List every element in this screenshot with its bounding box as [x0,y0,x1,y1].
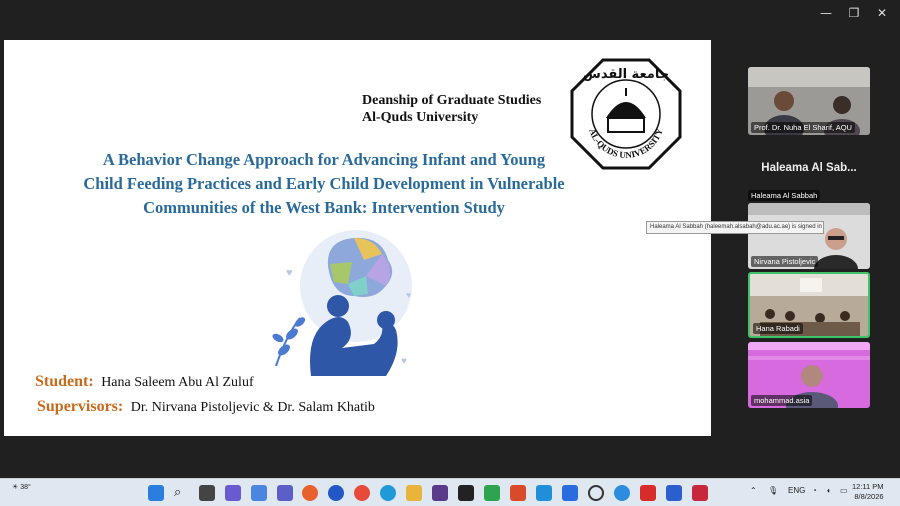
search-icon[interactable]: ⌕ [174,485,190,501]
windows-start-icon[interactable] [148,485,164,501]
task-view-icon[interactable] [199,485,215,501]
app-icon[interactable] [484,485,500,501]
taskbar: ☀ 38° ⌕ ⌃ 🎙 ENG ◔ ◖ ▭ 12:11 PM 8/8/2026 [0,478,900,506]
zoom-app-icon[interactable] [251,485,267,501]
terminal-icon[interactable] [458,485,474,501]
close-icon[interactable]: ✕ [870,4,894,22]
title-line-1: A Behavior Change Approach for Advancing… [102,150,546,169]
wifi-icon[interactable]: ◔ [812,486,817,495]
weather-temp: 38° [20,484,31,491]
supervisors-line: Supervisors: Dr. Nirvana Pistoljevic & D… [37,398,375,416]
supervisors-label: Supervisors: [37,398,124,415]
title-line-3: Communities of the West Bank: Interventi… [143,198,505,217]
svg-text:جامعة القدس: جامعة القدس [583,67,669,82]
app-icon[interactable] [536,485,552,501]
participant-video-tile-hana[interactable]: Hana Rabadi [748,272,870,338]
participant-video-tile-nirvana[interactable]: Nirvana Pistoljevic [748,203,870,269]
svg-text:♥: ♥ [401,356,407,367]
slide-title: A Behavior Change Approach for Advancing… [54,148,594,220]
mother-child-brain-illustration: ♥ ♥ ♥ [272,230,412,376]
student-line: Student: Hana Saleem Abu Al Zuluf [35,373,254,391]
weather-widget[interactable]: ☀ 38° [12,483,31,491]
tile-label-nirvana: Nirvana Pistoljevic [751,256,819,267]
teams-icon[interactable] [277,485,293,501]
battery-icon[interactable]: ▭ [840,486,848,495]
file-explorer-icon[interactable] [406,485,422,501]
weather-icon: ☀ [12,484,19,491]
participant-video-tile-mohammad[interactable]: mohammad.asia [748,342,870,408]
clock-time: 12:11 PM [852,482,884,491]
tile-label-mohammad: mohammad.asia [751,395,813,406]
title-line-2: Child Feeding Practices and Early Child … [83,174,565,193]
chrome-icon[interactable] [354,485,370,501]
clock-date: 8/8/2026 [854,492,884,501]
zoom-icon[interactable] [328,485,344,501]
svg-text:♥: ♥ [406,290,411,300]
acrobat-icon[interactable] [640,485,656,501]
app-icon[interactable] [510,485,526,501]
restore-icon[interactable]: ❐ [842,4,866,22]
active-speaker-name: Haleama Al Sab... [761,162,857,174]
word-icon[interactable] [666,485,682,501]
chevron-up-icon[interactable]: ⌃ [750,486,757,495]
student-label: Student: [35,373,94,390]
minimize-icon[interactable]: — [814,4,838,22]
outlook-icon[interactable] [562,485,578,501]
dean-line-1: Deanship of Graduate Studies [362,93,542,108]
student-name: Hana Saleem Abu Al Zuluf [101,375,254,390]
participant-video-tile-top[interactable]: Prof. Dr. Nuha El Sharif, AQU [748,67,870,135]
chat-icon[interactable] [225,485,241,501]
microphone-icon[interactable]: 🎙 [768,486,778,495]
app-icon[interactable] [692,485,708,501]
signed-in-tooltip: Haleama Al Sabbah (haleemah.alsabah@adu.… [646,221,824,234]
window-controls: — ❐ ✕ [814,4,894,22]
firefox-icon[interactable] [302,485,318,501]
deanship-heading: Deanship of Graduate Studies Al-Quds Uni… [362,92,541,126]
tile-label-hana: Hana Rabadi [753,323,803,334]
svg-text:♥: ♥ [286,267,293,279]
dean-line-2: Al-Quds University [362,110,479,125]
tile-label-haleama: Haleama Al Sabbah [748,190,821,201]
app-icon[interactable] [432,485,448,501]
edge-icon[interactable] [380,485,396,501]
clock[interactable]: 12:11 PM 8/8/2026 [852,482,884,502]
language-indicator[interactable]: ENG [788,486,805,495]
tile-label-top: Prof. Dr. Nuha El Sharif, AQU [751,122,855,133]
shared-slide: Deanship of Graduate Studies Al-Quds Uni… [4,40,711,436]
globe-icon[interactable] [588,485,604,501]
volume-icon[interactable]: ◖ [826,486,831,495]
supervisors-names: Dr. Nirvana Pistoljevic & Dr. Salam Khat… [130,400,375,415]
meeting-window: — ❐ ✕ Deanship of Graduate Studies Al-Qu… [0,0,900,478]
onedrive-icon[interactable] [614,485,630,501]
